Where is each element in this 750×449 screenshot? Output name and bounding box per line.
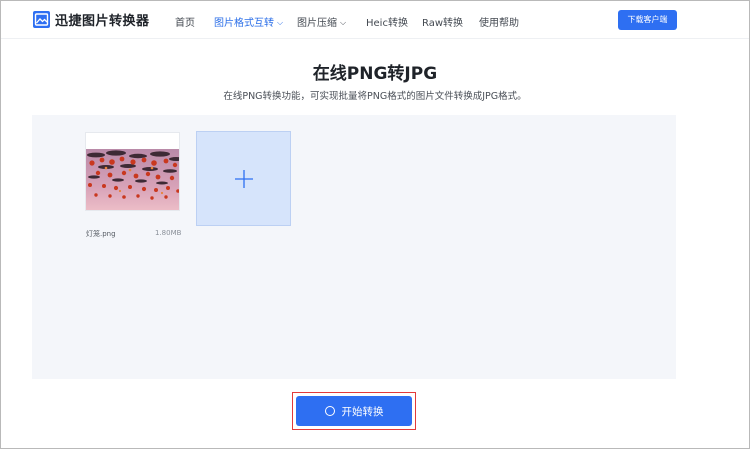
nav-item-raw[interactable]: Raw转换 — [422, 14, 463, 29]
chevron-down-icon: ⌵ — [277, 18, 284, 27]
nav-item-heic[interactable]: Heic转换 — [366, 14, 408, 29]
chevron-down-icon: ⌵ — [340, 18, 347, 27]
file-size: 1.80MB — [155, 229, 182, 237]
page-title: 在线PNG转JPG — [312, 64, 438, 84]
page-subtitle: 在线PNG转换功能，可实现批量将PNG格式的图片文件转换成JPG格式。 — [223, 91, 527, 102]
start-convert-label: 开始转换 — [341, 405, 384, 418]
nav-item-format-convert[interactable]: 图片格式互转 ⌵ — [214, 14, 283, 29]
start-convert-button[interactable]: 开始转换 — [296, 396, 412, 426]
spinner-icon — [324, 406, 335, 416]
add-file-button[interactable] — [196, 131, 291, 226]
logo-image-icon — [33, 11, 50, 28]
plus-icon — [235, 170, 253, 188]
download-client-button[interactable]: 下载客户端 — [618, 10, 677, 30]
file-name: 灯笼.png — [86, 230, 116, 238]
nav-item-home[interactable]: 首页 — [175, 14, 195, 29]
file-thumbnail[interactable] — [85, 132, 180, 211]
lanterns-image — [86, 133, 179, 210]
nav-item-help[interactable]: 使用帮助 — [479, 14, 519, 29]
brand-name[interactable]: 迅捷图片转换器 — [55, 10, 150, 29]
nav-item-compress[interactable]: 图片压缩 ⌵ — [297, 14, 346, 29]
top-navigation-bar: 迅捷图片转换器 首页 图片格式互转 ⌵ 图片压缩 ⌵ Heic转换 Raw转换 使用… — [1, 1, 749, 39]
